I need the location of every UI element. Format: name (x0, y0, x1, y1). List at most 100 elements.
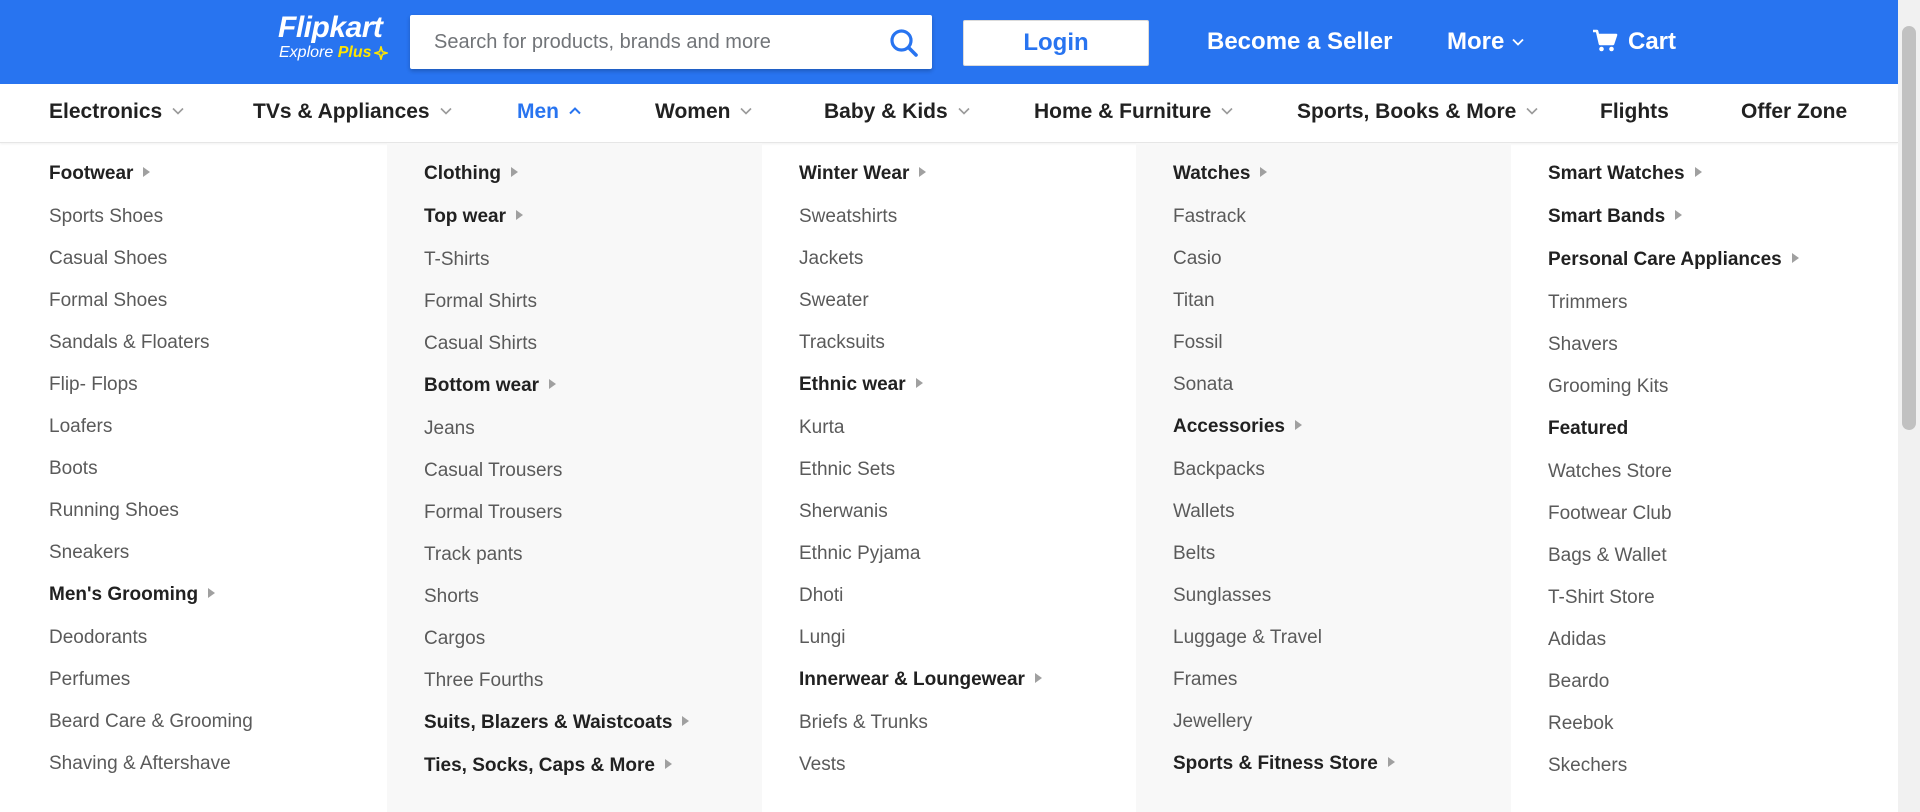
menu-link[interactable]: Kurta (799, 416, 844, 440)
menu-link[interactable]: Sherwanis (799, 500, 888, 524)
menu-link[interactable]: Footwear Club (1548, 502, 1672, 526)
menu-link[interactable]: Luggage & Travel (1173, 626, 1322, 650)
menu-link[interactable]: Sports Shoes (49, 205, 163, 229)
more-label: More (1447, 28, 1505, 55)
search-input[interactable] (410, 15, 874, 69)
menu-link[interactable]: Ethnic Sets (799, 458, 895, 482)
menu-link[interactable]: Running Shoes (49, 499, 179, 523)
menu-link[interactable]: Frames (1173, 668, 1237, 692)
menu-heading[interactable]: Winter Wear (799, 162, 927, 186)
menu-link[interactable]: Lungi (799, 626, 846, 650)
menu-link[interactable]: Ethnic Pyjama (799, 542, 920, 566)
menu-link[interactable]: Casual Trousers (424, 459, 562, 483)
menu-link[interactable]: Wallets (1173, 500, 1235, 524)
menu-link[interactable]: Dhoti (799, 584, 843, 608)
menu-heading[interactable]: Smart Watches (1548, 162, 1702, 186)
menu-link[interactable]: Sweatshirts (799, 205, 897, 229)
menu-heading[interactable]: Smart Bands (1548, 205, 1683, 229)
menu-link[interactable]: Skechers (1548, 754, 1627, 778)
menu-heading[interactable]: Featured (1548, 417, 1628, 441)
menu-link[interactable]: Backpacks (1173, 458, 1265, 482)
search-button[interactable] (888, 27, 920, 59)
menu-link[interactable]: Beardo (1548, 670, 1609, 694)
menu-heading[interactable]: Ties, Socks, Caps & More (424, 754, 672, 778)
menu-link[interactable]: Briefs & Trunks (799, 711, 928, 735)
become-seller-link[interactable]: Become a Seller (1207, 24, 1392, 60)
menu-link[interactable]: Deodorants (49, 626, 147, 650)
menu-heading[interactable]: Suits, Blazers & Waistcoats (424, 711, 690, 735)
menu-link[interactable]: Belts (1173, 542, 1215, 566)
menu-item-label: Loafers (49, 416, 113, 437)
menu-heading[interactable]: Personal Care Appliances (1548, 248, 1799, 272)
scrollbar-thumb[interactable] (1902, 26, 1916, 430)
menu-link[interactable]: Titan (1173, 289, 1215, 313)
menu-heading[interactable]: Innerwear & Loungewear (799, 668, 1042, 692)
menu-link[interactable]: Shorts (424, 585, 479, 609)
menu-link[interactable]: Sneakers (49, 541, 129, 565)
menu-link[interactable]: Sandals & Floaters (49, 331, 210, 355)
category-home-furniture[interactable]: Home & Furniture (1034, 98, 1233, 126)
menu-link[interactable]: Formal Shoes (49, 289, 167, 313)
menu-link[interactable]: Casual Shoes (49, 247, 167, 271)
menu-link[interactable]: Jeans (424, 417, 475, 441)
menu-link[interactable]: Sonata (1173, 373, 1233, 397)
category-women[interactable]: Women (655, 98, 753, 126)
menu-heading[interactable]: Top wear (424, 205, 523, 229)
menu-link[interactable]: Casio (1173, 247, 1222, 271)
menu-link[interactable]: Fastrack (1173, 205, 1246, 229)
menu-link[interactable]: T-Shirt Store (1548, 586, 1655, 610)
menu-link[interactable]: T-Shirts (424, 248, 489, 272)
menu-link[interactable]: Beard Care & Grooming (49, 710, 253, 734)
menu-link[interactable]: Loafers (49, 415, 112, 439)
menu-item-label: Backpacks (1173, 459, 1265, 480)
menu-link[interactable]: Jackets (799, 247, 863, 271)
flipkart-logo[interactable]: Flipkart Explore Plus (278, 12, 388, 62)
menu-heading[interactable]: Sports & Fitness Store (1173, 752, 1395, 776)
login-button[interactable]: Login (963, 20, 1149, 66)
menu-link[interactable]: Cargos (424, 627, 485, 651)
menu-link[interactable]: Jewellery (1173, 710, 1252, 734)
cart-link[interactable]: Cart (1592, 24, 1676, 60)
menu-link[interactable]: Flip- Flops (49, 373, 138, 397)
menu-heading[interactable]: Clothing (424, 162, 519, 186)
menu-link[interactable]: Casual Shirts (424, 332, 537, 356)
menu-link[interactable]: Bags & Wallet (1548, 544, 1667, 568)
menu-link[interactable]: Adidas (1548, 628, 1606, 652)
menu-link[interactable]: Sweater (799, 289, 869, 313)
menu-link[interactable]: Shaving & Aftershave (49, 752, 231, 776)
menu-link[interactable]: Sunglasses (1173, 584, 1271, 608)
category-flights[interactable]: Flights (1600, 98, 1669, 126)
menu-link[interactable]: Shavers (1548, 333, 1618, 357)
category-offer-zone[interactable]: Offer Zone (1741, 98, 1847, 126)
menu-link[interactable]: Trimmers (1548, 291, 1628, 315)
menu-link[interactable]: Tracksuits (799, 331, 885, 355)
menu-link[interactable]: Reebok (1548, 712, 1614, 736)
category-tvs-appliances[interactable]: TVs & Appliances (253, 98, 452, 126)
menu-link[interactable]: Three Fourths (424, 669, 543, 693)
menu-heading[interactable]: Accessories (1173, 415, 1302, 439)
menu-heading[interactable]: Ethnic wear (799, 373, 923, 397)
menu-link[interactable]: Vests (799, 753, 845, 777)
menu-link[interactable]: Boots (49, 457, 98, 481)
menu-link[interactable]: Perfumes (49, 668, 130, 692)
category-electronics[interactable]: Electronics (49, 98, 184, 126)
page-scrollbar[interactable] (1898, 0, 1920, 812)
menu-heading[interactable]: Men's Grooming (49, 583, 216, 607)
chevron-down-icon (1221, 107, 1233, 115)
caret-right-icon (516, 210, 523, 220)
more-menu[interactable]: More (1447, 24, 1524, 60)
category-men[interactable]: Men (517, 98, 581, 126)
menu-link[interactable]: Fossil (1173, 331, 1223, 355)
caret-right-icon (1387, 757, 1395, 767)
menu-link[interactable]: Track pants (424, 543, 523, 567)
menu-heading[interactable]: Bottom wear (424, 374, 557, 398)
category-sports-books-more[interactable]: Sports, Books & More (1297, 98, 1538, 126)
category-baby-kids[interactable]: Baby & Kids (824, 98, 970, 126)
menu-link[interactable]: Grooming Kits (1548, 375, 1668, 399)
menu-column-smart-featured: Smart Watches Smart Bands Personal Care Ap… (1511, 143, 1886, 812)
menu-heading[interactable]: Watches (1173, 162, 1268, 186)
menu-heading[interactable]: Footwear (49, 162, 151, 186)
menu-link[interactable]: Watches Store (1548, 460, 1672, 484)
menu-link[interactable]: Formal Trousers (424, 501, 562, 525)
menu-link[interactable]: Formal Shirts (424, 290, 537, 314)
